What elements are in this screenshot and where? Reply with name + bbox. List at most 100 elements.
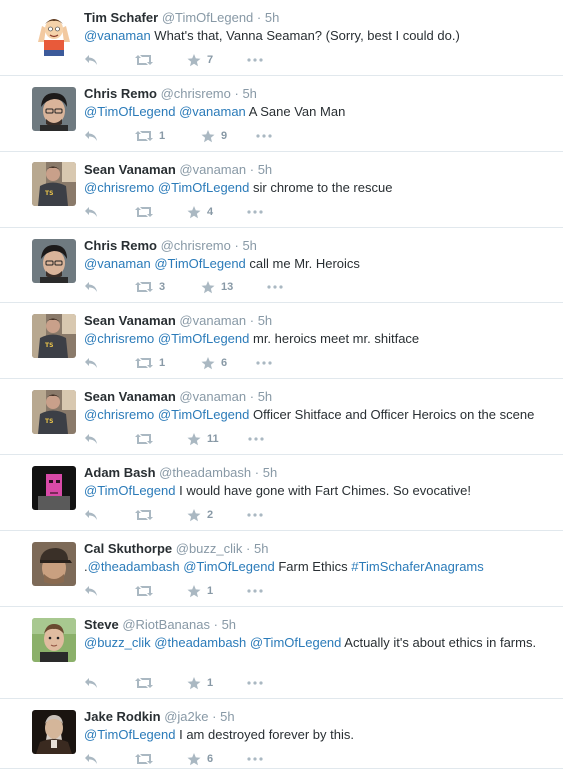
favorite-button[interactable]: 9 xyxy=(201,128,227,144)
timestamp[interactable]: 5h xyxy=(242,86,256,101)
reply-button[interactable] xyxy=(84,52,98,68)
favorite-button[interactable]: 1 xyxy=(187,675,213,691)
mention-link[interactable]: @theadambash xyxy=(154,635,246,650)
avatar[interactable] xyxy=(32,87,76,131)
username[interactable]: @TimOfLegend xyxy=(162,10,253,25)
mention-link[interactable]: @TimOfLegend xyxy=(84,104,175,119)
avatar[interactable]: TS xyxy=(32,162,76,206)
mention-link[interactable]: @TimOfLegend xyxy=(154,256,245,271)
mention-link[interactable]: @vanaman xyxy=(84,28,151,43)
mention-link[interactable]: @TimOfLegend xyxy=(183,559,274,574)
username[interactable]: @theadambash xyxy=(159,465,251,480)
favorite-button[interactable]: 7 xyxy=(187,52,213,68)
avatar[interactable] xyxy=(32,542,76,586)
reply-button[interactable] xyxy=(84,355,98,371)
retweet-button[interactable] xyxy=(135,52,159,68)
retweet-button[interactable] xyxy=(135,751,159,767)
more-button[interactable] xyxy=(247,675,263,691)
display-name[interactable]: Chris Remo xyxy=(84,86,157,101)
more-button[interactable] xyxy=(247,507,263,523)
display-name[interactable]: Steve xyxy=(84,617,119,632)
display-name[interactable]: Sean Vanaman xyxy=(84,162,176,177)
retweet-button[interactable] xyxy=(135,675,159,691)
mention-link[interactable]: @vanaman xyxy=(179,104,246,119)
timestamp[interactable]: 5h xyxy=(242,238,256,253)
mention-link[interactable]: @theadambash xyxy=(88,559,180,574)
username[interactable]: @vanaman xyxy=(179,162,246,177)
reply-button[interactable] xyxy=(84,431,98,447)
display-name[interactable]: Sean Vanaman xyxy=(84,389,176,404)
tweet[interactable]: TS Sean Vanaman @vanaman · 5h @chrisremo @… xyxy=(0,303,563,379)
username[interactable]: @ja2ke xyxy=(164,709,208,724)
mention-link[interactable]: @TimOfLegend xyxy=(158,407,249,422)
more-button[interactable] xyxy=(256,355,272,371)
reply-button[interactable] xyxy=(84,675,98,691)
reply-button[interactable] xyxy=(84,204,98,220)
retweet-button[interactable] xyxy=(135,431,159,447)
retweet-button[interactable]: 3 xyxy=(135,279,165,295)
favorite-button[interactable]: 2 xyxy=(187,507,213,523)
display-name[interactable]: Jake Rodkin xyxy=(84,709,161,724)
mention-link[interactable]: @TimOfLegend xyxy=(84,483,175,498)
mention-link[interactable]: @TimOfLegend xyxy=(158,180,249,195)
more-button[interactable] xyxy=(247,583,263,599)
retweet-button[interactable] xyxy=(135,204,159,220)
hashtag-link[interactable]: #TimSchaferAnagrams xyxy=(351,559,483,574)
more-button[interactable] xyxy=(247,751,263,767)
reply-button[interactable] xyxy=(84,279,98,295)
avatar[interactable] xyxy=(32,466,76,510)
avatar[interactable] xyxy=(32,239,76,283)
more-button[interactable] xyxy=(256,128,272,144)
retweet-button[interactable]: 1 xyxy=(135,355,165,371)
retweet-button[interactable] xyxy=(135,507,159,523)
mention-link[interactable]: @TimOfLegend xyxy=(158,331,249,346)
avatar[interactable] xyxy=(32,710,76,754)
username[interactable]: @buzz_clik xyxy=(176,541,243,556)
mention-link[interactable]: @chrisremo xyxy=(84,331,154,346)
avatar[interactable] xyxy=(32,12,76,56)
mention-link[interactable]: @TimOfLegend xyxy=(84,727,175,742)
display-name[interactable]: Adam Bash xyxy=(84,465,156,480)
more-button[interactable] xyxy=(267,279,283,295)
favorite-button[interactable]: 6 xyxy=(201,355,227,371)
favorite-button[interactable]: 13 xyxy=(201,279,233,295)
reply-button[interactable] xyxy=(84,128,98,144)
display-name[interactable]: Cal Skuthorpe xyxy=(84,541,172,556)
tweet[interactable]: Tim Schafer @TimOfLegend · 5h @vanaman Wh… xyxy=(0,0,563,76)
more-button[interactable] xyxy=(247,52,263,68)
username[interactable]: @chrisremo xyxy=(161,86,231,101)
timestamp[interactable]: 5h xyxy=(258,162,272,177)
display-name[interactable]: Sean Vanaman xyxy=(84,313,176,328)
timestamp[interactable]: 5h xyxy=(254,541,268,556)
tweet[interactable]: Jake Rodkin @ja2ke · 5h @TimOfLegend I am… xyxy=(0,699,563,769)
display-name[interactable]: Chris Remo xyxy=(84,238,157,253)
reply-button[interactable] xyxy=(84,751,98,767)
display-name[interactable]: Tim Schafer xyxy=(84,10,158,25)
retweet-button[interactable] xyxy=(135,583,159,599)
favorite-button[interactable]: 11 xyxy=(187,431,219,447)
mention-link[interactable]: @chrisremo xyxy=(84,407,154,422)
tweet[interactable]: Adam Bash @theadambash · 5h @TimOfLegend … xyxy=(0,455,563,531)
mention-link[interactable]: @TimOfLegend xyxy=(250,635,341,650)
tweet[interactable]: TS Sean Vanaman @vanaman · 5h @chrisremo @… xyxy=(0,379,563,455)
tweet[interactable]: Cal Skuthorpe @buzz_clik · 5h .@theadamba… xyxy=(0,531,563,607)
username[interactable]: @RiotBananas xyxy=(122,617,210,632)
avatar[interactable] xyxy=(32,618,76,662)
username[interactable]: @vanaman xyxy=(179,389,246,404)
favorite-button[interactable]: 4 xyxy=(187,204,213,220)
tweet[interactable]: TS Sean Vanaman @vanaman · 5h @chrisremo @… xyxy=(0,152,563,228)
timestamp[interactable]: 5h xyxy=(220,709,234,724)
username[interactable]: @vanaman xyxy=(179,313,246,328)
mention-link[interactable]: @vanaman xyxy=(84,256,151,271)
timestamp[interactable]: 5h xyxy=(265,10,279,25)
tweet[interactable]: Steve @RiotBananas · 5h @buzz_clik @thead… xyxy=(0,607,563,699)
reply-button[interactable] xyxy=(84,583,98,599)
avatar[interactable]: TS xyxy=(32,314,76,358)
reply-button[interactable] xyxy=(84,507,98,523)
favorite-button[interactable]: 1 xyxy=(187,583,213,599)
timestamp[interactable]: 5h xyxy=(263,465,277,480)
mention-link[interactable]: @buzz_clik xyxy=(84,635,151,650)
retweet-button[interactable]: 1 xyxy=(135,128,165,144)
tweet[interactable]: Chris Remo @chrisremo · 5h @vanaman @TimO… xyxy=(0,228,563,303)
favorite-button[interactable]: 6 xyxy=(187,751,213,767)
